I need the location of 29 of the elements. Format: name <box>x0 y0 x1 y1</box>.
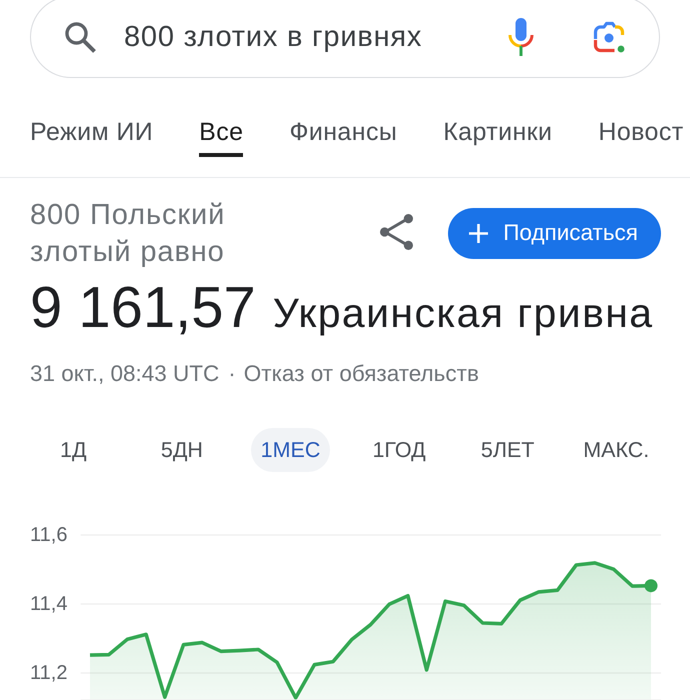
search-tab[interactable]: Новост <box>598 118 684 157</box>
search-query[interactable]: 800 злотих в гривнях <box>124 19 422 55</box>
conversion-source-text: 800 Польский злотый равно <box>30 198 226 270</box>
disclaimer-link[interactable]: Отказ от обязательств <box>244 362 479 386</box>
subscribe-button[interactable]: Подписаться <box>448 208 661 258</box>
point-marker-icon <box>644 578 658 592</box>
search-tab[interactable]: Финансы <box>289 118 398 157</box>
search-tab[interactable]: Картинки <box>443 118 552 157</box>
range-tab[interactable]: 1ГОД <box>362 428 436 472</box>
converted-amount: 9 161,57 <box>30 278 256 336</box>
microphone-icon[interactable] <box>507 18 535 56</box>
range-tab[interactable]: 5ЛЕТ <box>470 428 544 472</box>
target-currency: Украинская гривна <box>272 290 654 334</box>
camera-lens-icon[interactable] <box>592 20 626 54</box>
search-tab[interactable]: Режим ИИ <box>30 118 154 157</box>
search-icon[interactable] <box>64 21 96 53</box>
plus-icon <box>469 224 488 242</box>
timestamp-text: 31 окт., 08:43 UTC <box>30 362 220 386</box>
y-axis-label: 11,2 <box>30 662 68 684</box>
range-tab[interactable]: 5ДН <box>150 428 213 472</box>
range-tab[interactable]: 1МЕС <box>250 428 330 472</box>
search-bar[interactable]: 800 злотих в гривнях <box>30 0 660 78</box>
share-icon[interactable] <box>380 214 414 250</box>
range-tab[interactable]: 1Д <box>50 428 97 472</box>
search-tab[interactable]: Все <box>199 118 244 157</box>
range-tab[interactable]: МАКС. <box>573 428 660 472</box>
separator-dot: · <box>228 362 236 386</box>
y-axis-label: 11,6 <box>30 524 68 546</box>
y-axis-label: 11,4 <box>30 592 68 614</box>
